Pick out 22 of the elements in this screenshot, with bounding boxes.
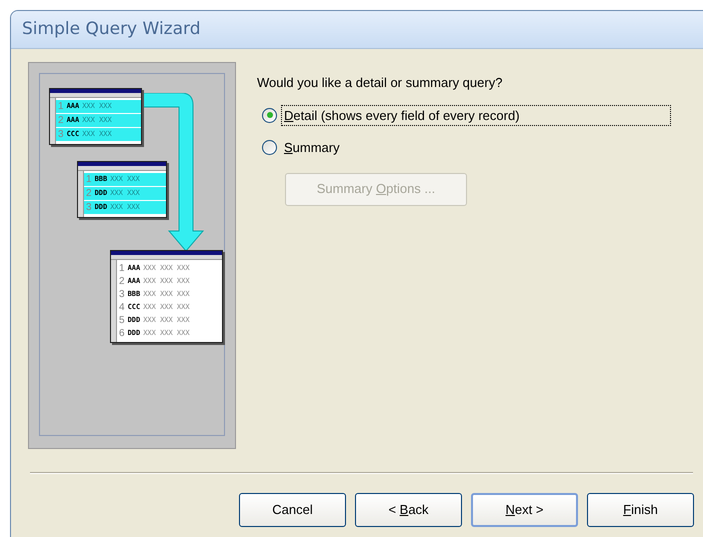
prompt-text: Would you like a detail or summary query? bbox=[257, 74, 504, 92]
row-number: 3 bbox=[58, 130, 64, 140]
row-number: 1 bbox=[58, 102, 64, 112]
radio-option[interactable]: Summary bbox=[262, 137, 343, 158]
radio-button[interactable] bbox=[262, 108, 277, 123]
row-number: 5 bbox=[119, 316, 125, 326]
row-number: 3 bbox=[86, 202, 92, 212]
dialog-button[interactable]: Cancel bbox=[239, 493, 346, 527]
radio-button[interactable] bbox=[262, 140, 277, 156]
window-title: Simple Query Wizard bbox=[22, 18, 200, 41]
row-number: 2 bbox=[119, 276, 125, 286]
row-number: 1 bbox=[86, 174, 92, 184]
row-number: 3 bbox=[119, 290, 125, 300]
row-number: 1 bbox=[119, 264, 125, 274]
dialog-button[interactable]: Finish bbox=[587, 493, 694, 527]
row-number: 4 bbox=[119, 302, 125, 312]
option-label: Summary bbox=[283, 139, 341, 157]
dialog-button[interactable]: < Back bbox=[355, 493, 462, 527]
row-number: 6 bbox=[119, 328, 125, 338]
row-number: 2 bbox=[86, 188, 92, 198]
dialog-button[interactable]: Next > bbox=[471, 493, 578, 527]
row-number: 2 bbox=[58, 116, 64, 126]
